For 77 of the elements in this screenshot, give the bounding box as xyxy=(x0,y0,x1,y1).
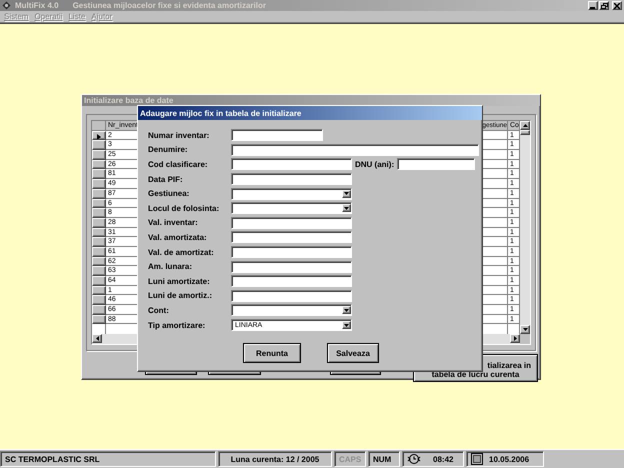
status-text: Luna curenta: 12 / 2005 xyxy=(218,451,332,467)
field-label: Luni amortizate: xyxy=(148,276,211,286)
input-field[interactable] xyxy=(231,129,323,142)
row-selector[interactable] xyxy=(92,130,106,140)
row-selector[interactable] xyxy=(92,305,106,315)
dropdown-field[interactable] xyxy=(231,202,352,214)
input-field[interactable] xyxy=(231,173,352,186)
row-selector[interactable] xyxy=(92,218,106,228)
input-field[interactable] xyxy=(231,144,479,156)
app-icon[interactable] xyxy=(2,1,11,10)
close-icon xyxy=(614,2,620,8)
clock-time: 08:42 xyxy=(433,454,454,464)
row-selector[interactable] xyxy=(92,160,106,170)
row-selector[interactable] xyxy=(92,150,106,160)
field-label: Val. de amortizat: xyxy=(148,248,215,257)
row-selector[interactable] xyxy=(92,228,106,238)
dropdown-field[interactable] xyxy=(231,304,352,316)
window-subtitle: Gestiunea mijloacelor fixe si evidenta amortizarilor xyxy=(72,1,266,10)
field-label: Am. lunara: xyxy=(148,262,194,272)
row-selector[interactable] xyxy=(92,314,106,324)
key-indicator: NUM xyxy=(368,451,400,467)
row-selector[interactable] xyxy=(92,140,106,150)
input-field[interactable] xyxy=(231,275,352,288)
input-field[interactable] xyxy=(231,260,352,273)
scroll-up-icon[interactable] xyxy=(520,121,530,130)
field-label: Data PIF: xyxy=(148,174,184,184)
input-field[interactable] xyxy=(231,290,352,302)
field-label: Denumire: xyxy=(148,145,189,154)
input-field[interactable] xyxy=(231,246,352,258)
dropdown-arrow-icon xyxy=(344,308,349,312)
window-title: MultiFix 4.0 xyxy=(15,1,59,10)
close-button[interactable] xyxy=(612,1,622,10)
row-selector[interactable] xyxy=(92,276,106,286)
clock-icon xyxy=(407,453,421,465)
field-label: Luni de amortiz.: xyxy=(148,291,213,300)
dropdown-field[interactable] xyxy=(231,188,352,200)
dropdown-arrow-icon xyxy=(344,324,349,327)
input-field[interactable] xyxy=(231,231,352,244)
field-label: Tip amortizare: xyxy=(148,320,206,330)
window-title: Adaugare mijloc fix in tabela de initializare xyxy=(140,108,302,118)
input-field[interactable] xyxy=(397,158,476,170)
scroll-left-icon[interactable] xyxy=(92,334,102,344)
field-label: Cont: xyxy=(148,306,170,315)
dropdown-arrow-icon xyxy=(344,206,349,210)
input-field[interactable] xyxy=(231,216,352,229)
row-selector[interactable] xyxy=(92,188,106,198)
field-label: Numar inventar: xyxy=(148,130,210,140)
dialog-button[interactable]: Salveaza xyxy=(327,343,379,364)
row-selector[interactable] xyxy=(92,169,106,180)
row-selector[interactable] xyxy=(92,286,106,296)
window-title: Initializare baza de date xyxy=(84,96,174,105)
field-label: Locul de folosinta: xyxy=(148,204,220,213)
row-selector[interactable] xyxy=(92,237,106,247)
row-selector[interactable] xyxy=(92,246,106,257)
restore-icon xyxy=(600,2,608,8)
field-label: Cod clasificare: xyxy=(148,160,209,169)
input-field[interactable] xyxy=(231,158,352,170)
row-selector[interactable] xyxy=(92,266,106,276)
row-selector[interactable] xyxy=(92,256,106,266)
minimize-button[interactable] xyxy=(588,1,598,10)
row-selector[interactable] xyxy=(92,198,106,208)
scroll-thumb[interactable] xyxy=(520,130,530,135)
field-label: DNU (ani): xyxy=(355,160,394,169)
field-label: Val. inventar: xyxy=(148,218,199,228)
row-selector[interactable] xyxy=(92,295,106,306)
calendar-icon xyxy=(471,453,483,465)
row-selector[interactable] xyxy=(92,208,106,218)
row-selector[interactable] xyxy=(92,179,106,189)
status-text: SC TERMOPLASTIC SRL xyxy=(0,451,216,467)
field-label: Val. amortizata: xyxy=(148,232,208,242)
restore-button[interactable] xyxy=(599,1,609,10)
dialog-button[interactable]: Renunta xyxy=(243,343,301,364)
field-label: Gestiunea: xyxy=(148,189,190,198)
scroll-right-icon[interactable] xyxy=(510,334,520,344)
dropdown-arrow-icon xyxy=(344,192,349,196)
date-text: 10.05.2006 xyxy=(489,454,530,464)
scroll-down-icon[interactable] xyxy=(520,325,530,334)
